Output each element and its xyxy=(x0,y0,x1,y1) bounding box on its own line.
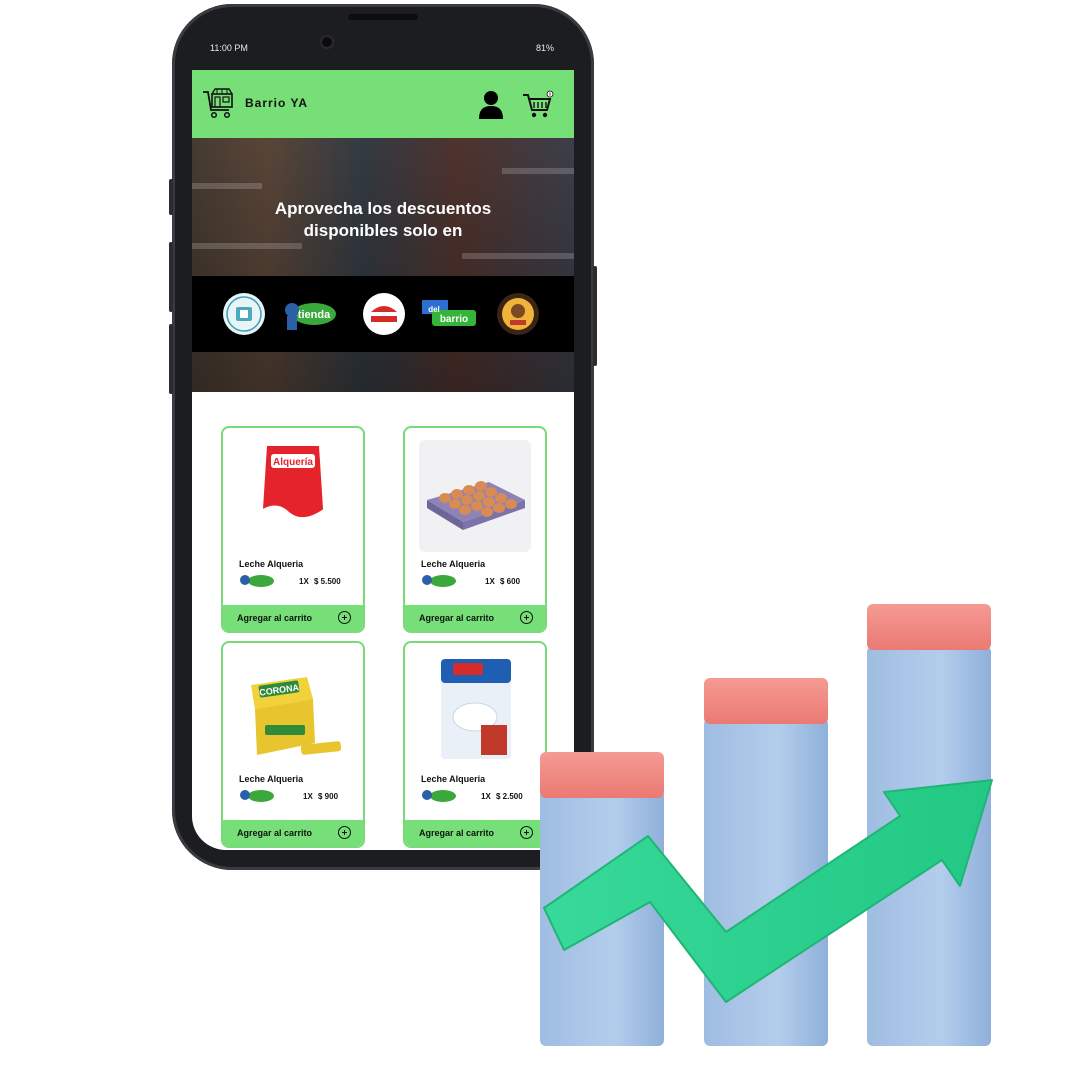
volume-down-button xyxy=(169,324,173,394)
store-logo-tienda-rustica[interactable] xyxy=(496,292,540,336)
app-screen: Barrio YA 0 Aprovecha los descuentos dis… xyxy=(192,70,574,850)
product-qty: 1X xyxy=(299,577,309,586)
plus-circle-icon[interactable] xyxy=(338,611,351,624)
cart-icon[interactable]: 0 xyxy=(522,90,554,120)
product-card[interactable]: Alquería Leche Alqueria 1X $ 5.500 Agreg… xyxy=(221,426,365,633)
chart-bar-1-cap xyxy=(540,752,664,798)
brand-name[interactable]: Barrio YA xyxy=(245,96,308,110)
product-image-rice-bag xyxy=(419,655,531,767)
store-logo-la-tienda[interactable]: tienda xyxy=(280,292,340,336)
product-qty: 1X xyxy=(303,792,313,801)
store-badge-icon xyxy=(240,790,274,802)
store-badge-icon xyxy=(240,575,274,587)
status-time: 11:00 PM xyxy=(210,43,248,53)
add-to-cart-label: Agregar al carrito xyxy=(419,613,495,623)
product-card[interactable]: Leche Alqueria 1X $ 600 Agregar al carri… xyxy=(403,426,547,633)
product-name: Leche Alqueria xyxy=(421,559,486,569)
status-battery: 81% xyxy=(535,43,554,53)
product-card[interactable]: CORONA Leche Alqueria 1X $ 900 Agregar a… xyxy=(221,641,365,848)
camera-icon xyxy=(322,37,332,47)
growth-chart-illustration xyxy=(540,604,993,1046)
product-price: $ 900 xyxy=(318,792,339,801)
store-cart-logo-icon[interactable] xyxy=(202,86,236,120)
product-image-milk-bag: Alquería xyxy=(237,440,349,552)
store-badge-icon xyxy=(422,790,456,802)
svg-text:Alquería: Alquería xyxy=(273,457,313,468)
product-image-chocolate-box: CORONA xyxy=(237,655,349,767)
user-icon[interactable] xyxy=(478,90,504,120)
add-to-cart-label: Agregar al carrito xyxy=(237,828,313,838)
add-to-cart-label: Agregar al carrito xyxy=(237,613,313,623)
add-to-cart-button[interactable]: Agregar al carrito xyxy=(223,820,363,846)
store-logo-joselito[interactable] xyxy=(362,292,406,336)
store-logo-del-barrio[interactable]: barrio del xyxy=(418,292,478,336)
add-to-cart-button[interactable]: Agregar al carrito xyxy=(405,605,545,631)
speaker-grille xyxy=(348,14,418,20)
store-logo-mi-tienda-social[interactable] xyxy=(222,292,266,336)
product-price: $ 600 xyxy=(500,577,521,586)
product-name: Leche Alqueria xyxy=(239,559,304,569)
hero-banner: Aprovecha los descuentos disponibles sol… xyxy=(192,138,574,392)
power-button xyxy=(593,266,597,366)
svg-text:barrio: barrio xyxy=(440,314,468,325)
add-to-cart-label: Agregar al carrito xyxy=(419,828,495,838)
product-qty: 1X xyxy=(485,577,495,586)
store-badge-icon xyxy=(422,575,456,587)
add-to-cart-button[interactable]: Agregar al carrito xyxy=(405,820,545,846)
product-qty: 1X xyxy=(481,792,491,801)
svg-text:del: del xyxy=(428,305,440,314)
product-price: $ 5.500 xyxy=(314,577,341,586)
product-name: Leche Alqueria xyxy=(239,774,304,784)
product-image-eggs-tray xyxy=(419,440,531,552)
svg-text:tienda: tienda xyxy=(298,309,331,321)
add-to-cart-button[interactable]: Agregar al carrito xyxy=(223,605,363,631)
product-card[interactable]: Leche Alqueria 1X $ 2.500 Agregar al car… xyxy=(403,641,547,848)
product-price: $ 2.500 xyxy=(496,792,523,801)
volume-up-button xyxy=(169,242,173,312)
stores-strip: tienda barrio del xyxy=(192,276,574,352)
chart-bar-2-cap xyxy=(704,678,828,724)
plus-circle-icon[interactable] xyxy=(338,826,351,839)
product-name: Leche Alqueria xyxy=(421,774,486,784)
mute-switch xyxy=(169,179,173,215)
app-header: Barrio YA 0 xyxy=(192,70,574,138)
chart-bar-3-cap xyxy=(867,604,991,650)
hero-title: Aprovecha los descuentos disponibles sol… xyxy=(274,199,492,240)
